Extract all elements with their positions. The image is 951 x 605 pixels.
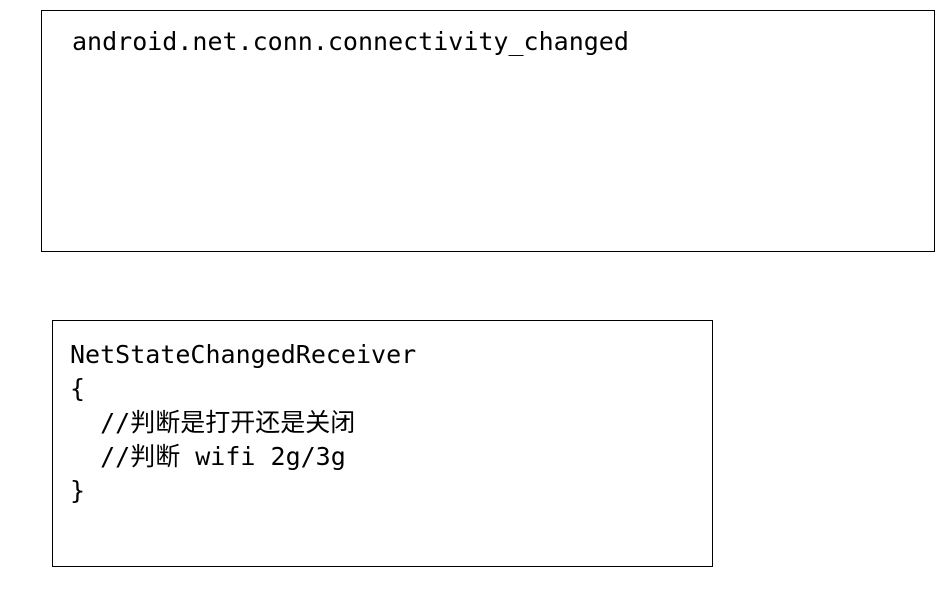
close-brace: } — [70, 476, 86, 505]
receiver-code-block: NetStateChangedReceiver { //判断是打开还是关闭 //… — [70, 338, 416, 508]
comment-network-type: //判断 wifi 2g/3g — [70, 442, 346, 471]
receiver-code-box: NetStateChangedReceiver { //判断是打开还是关闭 //… — [52, 320, 713, 567]
comment-open-close: //判断是打开还是关闭 — [70, 408, 356, 437]
intent-action-box: android.net.conn.connectivity_changed — [41, 10, 935, 252]
open-brace: { — [70, 374, 86, 403]
intent-action-text: android.net.conn.connectivity_changed — [72, 27, 629, 56]
receiver-class-name: NetStateChangedReceiver — [70, 340, 417, 369]
